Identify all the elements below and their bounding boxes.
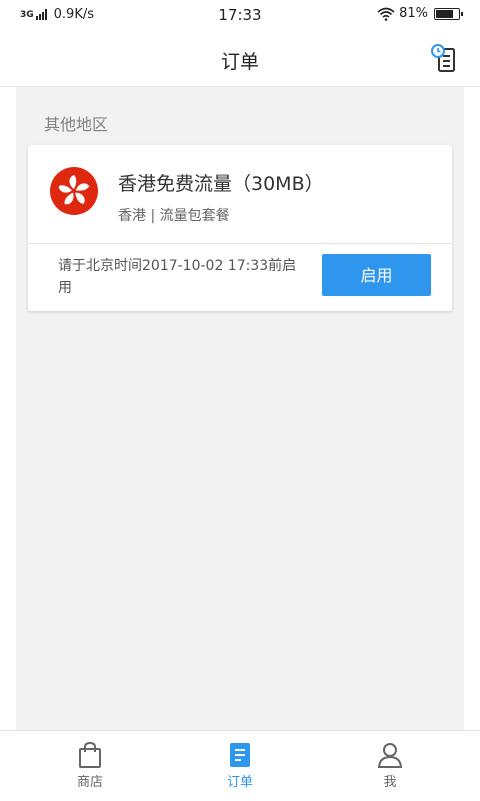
- wifi-icon: [377, 7, 395, 21]
- activation-deadline: 请于北京时间2017-10-02 17:33前启用: [58, 258, 297, 296]
- shopping-bag-icon: [79, 741, 101, 768]
- battery-icon: [434, 7, 463, 20]
- nav-item-me[interactable]: 我: [310, 731, 470, 801]
- nav-label-me: 我: [383, 775, 397, 790]
- nav-label-store: 商店: [76, 775, 103, 790]
- product-name: 香港免费流量（30MB）: [118, 173, 324, 195]
- app-header: 订单: [0, 32, 480, 87]
- order-doc-icon: [230, 743, 250, 767]
- status-right: 81%: [377, 6, 463, 21]
- bottom-nav: 商店 订单 我: [0, 730, 480, 801]
- enable-button[interactable]: 启用: [322, 254, 431, 296]
- battery-percent: 81%: [399, 6, 428, 21]
- product-subtitle: 香港 | 流量包套餐: [118, 208, 230, 224]
- nav-item-orders[interactable]: 订单: [160, 731, 320, 801]
- nav-label-orders: 订单: [226, 775, 253, 790]
- order-history-icon[interactable]: [430, 44, 458, 74]
- section-title: 其他地区: [44, 115, 109, 134]
- card-divider: [28, 243, 452, 244]
- bauhinia-icon: [58, 175, 90, 205]
- main-content: 其他地区 香港免费流量（30MB） 香港 | 流量包套餐 请于北京时间2017-…: [16, 87, 464, 730]
- nav-item-store[interactable]: 商店: [10, 731, 170, 801]
- page-title: 订单: [220, 51, 259, 73]
- user-icon: [377, 743, 403, 768]
- battery-fill: [436, 9, 453, 18]
- order-card: 香港免费流量（30MB） 香港 | 流量包套餐 请于北京时间2017-10-02…: [28, 145, 452, 311]
- status-bar: 3G 0.9K/s 17:33 81%: [0, 0, 480, 32]
- hong-kong-flag-icon: [50, 167, 98, 215]
